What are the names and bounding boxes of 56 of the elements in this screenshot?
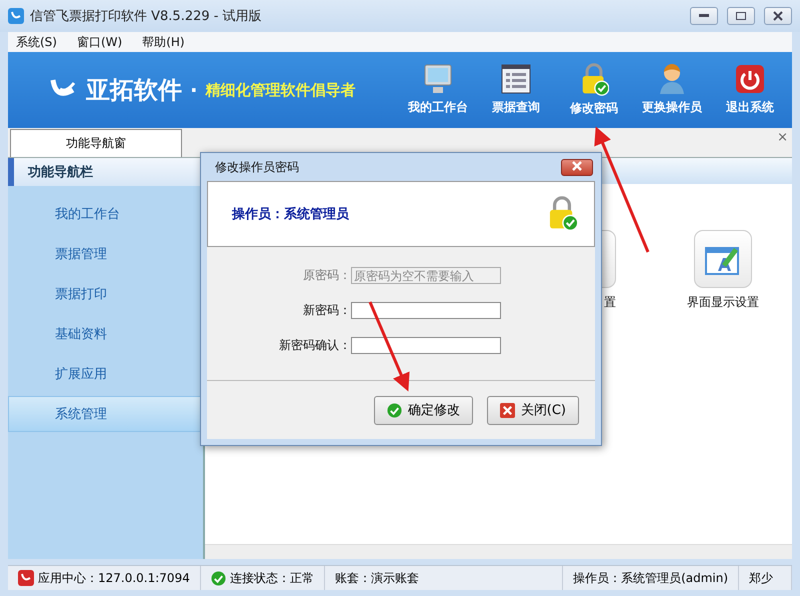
- sidebar-item[interactable]: 票据打印: [8, 276, 203, 312]
- toolbar-button[interactable]: 退出系统: [718, 63, 782, 117]
- app-logo-icon: [8, 8, 24, 24]
- field-label: 新密码确认：: [278, 337, 351, 354]
- maximize-button[interactable]: [727, 7, 755, 25]
- password-field[interactable]: [351, 337, 501, 354]
- sidebar-title: 功能导航栏: [8, 158, 203, 186]
- close-icon: [572, 161, 582, 171]
- field-label: 新密码：: [302, 302, 351, 319]
- minimize-icon: [699, 14, 709, 18]
- monitor-icon: [423, 63, 453, 95]
- sidebar-item[interactable]: 票据管理: [8, 236, 203, 272]
- toolbar-button[interactable]: 票据查询: [484, 63, 548, 117]
- check-icon: [386, 402, 402, 418]
- tab[interactable]: 功能导航窗: [10, 129, 182, 157]
- sidebar-item[interactable]: 扩展应用: [8, 356, 203, 392]
- tile-label: 置: [604, 294, 616, 311]
- status-text: 操作员：系统管理员(admin): [573, 570, 728, 586]
- horizontal-scrollbar[interactable]: [205, 544, 792, 559]
- toolbar-button[interactable]: 更换操作员: [640, 63, 704, 117]
- status-text: 应用中心：127.0.0.1:7094: [38, 570, 190, 586]
- window-title: 信管飞票据打印软件 V8.5.229 - 试用版: [30, 8, 263, 25]
- slogan: 精细化管理软件倡导者: [206, 80, 356, 100]
- close-dialog-button[interactable]: 关闭(C): [486, 396, 579, 424]
- status-text: 账套：演示账套: [334, 570, 419, 586]
- menu-item[interactable]: 帮助(H): [142, 34, 185, 50]
- close-button[interactable]: [764, 7, 792, 25]
- list-icon: [501, 63, 531, 95]
- tile-label: 界面显示设置: [687, 294, 759, 311]
- display-settings-icon[interactable]: [694, 230, 752, 288]
- sidebar-item[interactable]: 基础资料: [8, 316, 203, 352]
- user-icon: [657, 63, 687, 95]
- tab-close-button[interactable]: ×: [777, 130, 788, 145]
- operator-label: 操作员：系统管理员: [232, 206, 349, 223]
- password-field[interactable]: [351, 302, 501, 319]
- maximize-icon: [736, 12, 746, 20]
- sidebar-item[interactable]: 我的工作台: [8, 196, 203, 232]
- status-text: 郑少: [749, 570, 774, 586]
- dialog-title: 修改操作员密码: [215, 158, 299, 176]
- close-button[interactable]: [561, 158, 593, 176]
- confirm-button[interactable]: 确定修改: [374, 396, 473, 424]
- sidebar-item[interactable]: 系统管理: [8, 396, 203, 432]
- minimize-button[interactable]: [690, 7, 718, 25]
- toolbar-button[interactable]: 我的工作台: [406, 63, 470, 117]
- brand-name: 亚拓软件: [86, 75, 182, 106]
- close-icon: [500, 402, 515, 418]
- field-label: 原密码：: [302, 267, 351, 284]
- close-icon: [773, 11, 783, 21]
- separator-dot: ·: [190, 78, 198, 102]
- app-logo-icon: [18, 570, 34, 586]
- menu-item[interactable]: 系统(S): [16, 34, 57, 50]
- check-icon: [210, 570, 226, 586]
- power-icon: [735, 63, 765, 95]
- menu-item[interactable]: 窗口(W): [76, 34, 122, 50]
- toolbar-button[interactable]: 修改密码: [562, 63, 626, 117]
- status-text: 连接状态：正常: [230, 570, 314, 586]
